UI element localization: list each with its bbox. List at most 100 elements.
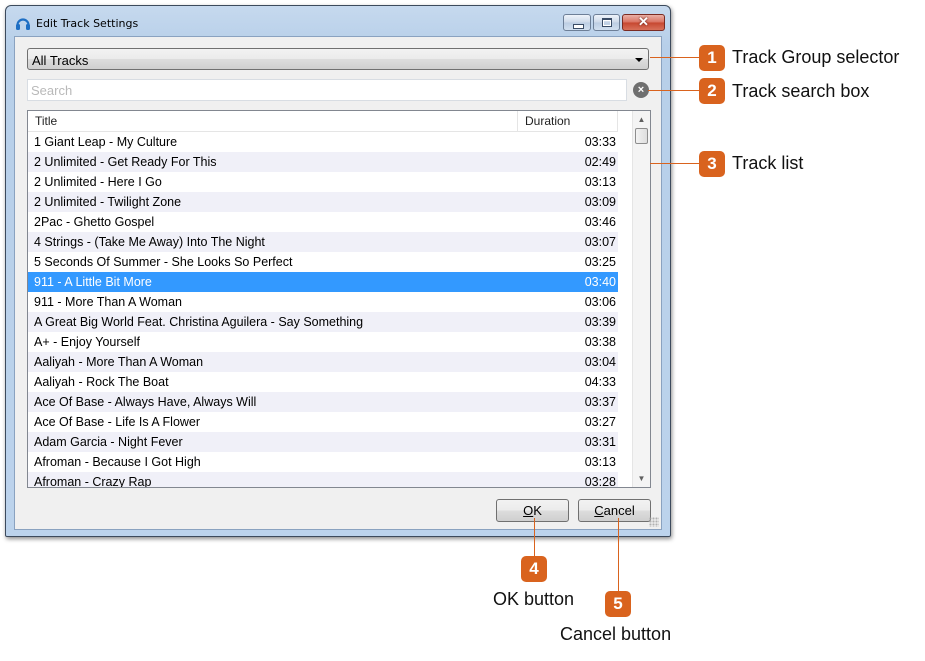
cancel-accel-key: C [594,503,604,518]
track-title: 2 Unlimited - Twilight Zone [34,195,182,209]
dialog-content: All Tracks × Title Duration 1 Giant Leap… [14,36,662,530]
track-title: A+ - Enjoy Yourself [34,335,140,349]
track-duration: 03:37 [584,395,616,409]
track-row[interactable]: Afroman - Crazy Rap 03:28 [28,472,618,488]
minimize-button[interactable] [563,14,591,31]
track-title: Ace Of Base - Always Have, Always Will [34,395,257,409]
track-row[interactable]: A+ - Enjoy Yourself 03:38 [28,332,618,352]
callout-1-line [650,57,700,58]
track-title: 2Pac - Ghetto Gospel [34,215,155,229]
callout-3-label: Track list [732,153,804,173]
resize-grip[interactable] [649,517,659,527]
track-duration: 03:04 [584,355,616,369]
callout-1-badge: 1 [699,45,725,71]
track-row[interactable]: Ace Of Base - Life Is A Flower 03:27 [28,412,618,432]
track-row[interactable]: Ace Of Base - Always Have, Always Will 03… [28,392,618,412]
track-row[interactable]: 911 - More Than A Woman 03:06 [28,292,618,312]
callout-5-label: Cancel button [560,624,672,644]
track-duration: 03:40 [584,275,616,289]
maximize-button[interactable] [593,14,620,31]
track-title: 1 Giant Leap - My Culture [34,135,178,149]
track-row[interactable]: 911 - A Little Bit More 03:40 [28,272,618,292]
track-duration: 03:28 [584,475,616,488]
ok-accel-key: O [523,503,534,518]
column-header-title[interactable]: Title [28,111,518,131]
clear-search-button[interactable]: × [633,82,649,98]
track-group-selected-value: All Tracks [32,53,89,68]
track-row[interactable]: 2 Unlimited - Here I Go 03:13 [28,172,618,192]
track-title: Ace Of Base - Life Is A Flower [34,415,201,429]
close-button[interactable]: ✕ [622,14,665,31]
callout-5-badge: 5 [605,591,631,617]
track-title: 911 - A Little Bit More [34,275,152,289]
track-title: 2 Unlimited - Here I Go [34,175,162,189]
track-row[interactable]: Adam Garcia - Night Fever 03:31 [28,432,618,452]
track-title: Afroman - Because I Got High [34,455,201,469]
title-bar[interactable]: Edit Track Settings ✕ [6,6,670,36]
ok-label: K [533,503,542,518]
vertical-scrollbar[interactable]: ▲ ▼ [632,111,650,487]
track-title: 5 Seconds Of Summer - She Looks So Perfe… [34,255,293,269]
track-row[interactable]: Afroman - Because I Got High 03:13 [28,452,618,472]
track-list-header: Title Duration [28,111,618,132]
callout-2-line [648,90,700,91]
track-list[interactable]: Title Duration 1 Giant Leap - My Culture… [27,110,651,488]
callout-5-line [618,518,619,593]
track-row[interactable]: 2Pac - Ghetto Gospel 03:46 [28,212,618,232]
track-row[interactable]: 5 Seconds Of Summer - She Looks So Perfe… [28,252,618,272]
scrollbar-thumb[interactable] [635,128,648,144]
track-duration: 03:13 [584,175,616,189]
track-duration: 03:39 [584,315,616,329]
track-duration: 03:31 [584,435,616,449]
track-search-input[interactable] [27,79,627,101]
callout-4-badge: 4 [521,556,547,582]
callout-1-label: Track Group selector [732,47,900,67]
callout-2-label: Track search box [732,81,870,101]
track-row[interactable]: 4 Strings - (Take Me Away) Into The Nigh… [28,232,618,252]
ok-button[interactable]: OK [496,499,569,522]
track-title: Afroman - Crazy Rap [34,475,152,488]
track-rows: 1 Giant Leap - My Culture 03:33 2 Unlimite… [28,132,618,488]
track-duration: 03:13 [584,455,616,469]
callout-3-line [650,163,700,164]
callout-2-badge: 2 [699,78,725,104]
track-title: 2 Unlimited - Get Ready For This [34,155,217,169]
track-title: A Great Big World Feat. Christina Aguile… [34,315,364,329]
column-header-duration[interactable]: Duration [518,111,618,131]
track-title: Adam Garcia - Night Fever [34,435,183,449]
track-duration: 04:33 [584,375,616,389]
callout-3-badge: 3 [699,151,725,177]
track-row[interactable]: 2 Unlimited - Get Ready For This 02:49 [28,152,618,172]
track-duration: 03:27 [584,415,616,429]
scroll-up-button[interactable]: ▲ [633,111,650,128]
track-duration: 03:06 [584,295,616,309]
track-row[interactable]: 2 Unlimited - Twilight Zone 03:09 [28,192,618,212]
cancel-label: ancel [603,503,635,518]
callout-4-label: OK button [493,589,575,609]
track-duration: 03:33 [584,135,616,149]
track-duration: 03:09 [584,195,616,209]
track-duration: 03:38 [584,335,616,349]
headphones-icon [16,18,30,30]
window-title: Edit Track Settings [36,17,139,30]
track-duration: 02:49 [584,155,616,169]
clear-icon: × [637,84,645,96]
track-duration: 03:07 [584,235,616,249]
track-duration: 03:46 [584,215,616,229]
callout-4-line [534,518,535,558]
edit-track-settings-window: Edit Track Settings ✕ All Tracks × Title… [5,5,671,537]
track-title: 4 Strings - (Take Me Away) Into The Nigh… [34,235,265,249]
track-group-selector[interactable]: All Tracks [27,48,649,70]
track-row[interactable]: A Great Big World Feat. Christina Aguile… [28,312,618,332]
track-row[interactable]: Aaliyah - More Than A Woman 03:04 [28,352,618,372]
chevron-down-icon [635,58,643,62]
track-title: Aaliyah - More Than A Woman [34,355,204,369]
scroll-down-button[interactable]: ▼ [633,470,650,487]
track-row[interactable]: 1 Giant Leap - My Culture 03:33 [28,132,618,152]
track-duration: 03:25 [584,255,616,269]
track-title: Aaliyah - Rock The Boat [34,375,169,389]
track-title: 911 - More Than A Woman [34,295,182,309]
track-row[interactable]: Aaliyah - Rock The Boat 04:33 [28,372,618,392]
close-icon: ✕ [638,14,649,29]
cancel-button[interactable]: Cancel [578,499,651,522]
